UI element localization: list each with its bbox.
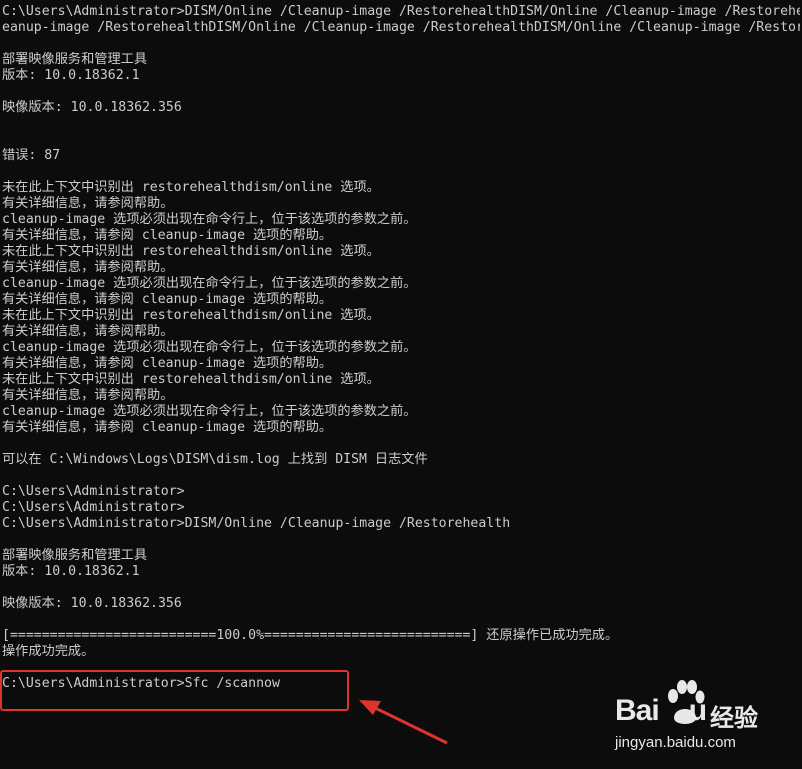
console-line: 错误: 87 — [2, 148, 61, 163]
console-line: 有关详细信息，请参阅 cleanup-image 选项的帮助。 — [2, 420, 333, 435]
console-line: 版本: 10.0.18362.1 — [2, 68, 140, 83]
console-line: 有关详细信息，请参阅帮助。 — [2, 196, 174, 211]
console-line: 部署映像服务和管理工具 — [2, 52, 148, 67]
console-line: C:\Users\Administrator>DISM/Online /Clea… — [2, 4, 800, 19]
console-line: 有关详细信息，请参阅帮助。 — [2, 324, 174, 339]
console-output[interactable]: C:\Users\Administrator>DISM/Online /Clea… — [2, 4, 800, 692]
console-line: 映像版本: 10.0.18362.356 — [2, 100, 182, 115]
console-line: 有关详细信息，请参阅 cleanup-image 选项的帮助。 — [2, 292, 333, 307]
console-line: 未在此上下文中识别出 restorehealthdism/online 选项。 — [2, 180, 380, 195]
console-line: C:\Users\Administrator> — [2, 484, 185, 499]
console-line: 有关详细信息，请参阅帮助。 — [2, 388, 174, 403]
console-line: cleanup-image 选项必须出现在命令行上，位于该选项的参数之前。 — [2, 212, 417, 227]
console-line: 映像版本: 10.0.18362.356 — [2, 596, 182, 611]
console-line: 有关详细信息，请参阅 cleanup-image 选项的帮助。 — [2, 228, 333, 243]
console-line: 未在此上下文中识别出 restorehealthdism/online 选项。 — [2, 308, 380, 323]
console-line: cleanup-image 选项必须出现在命令行上，位于该选项的参数之前。 — [2, 340, 417, 355]
console-line: [==========================100.0%=======… — [2, 628, 619, 643]
console-line: C:\Users\Administrator> — [2, 500, 185, 515]
console-line: 可以在 C:\Windows\Logs\DISM\dism.log 上找到 DI… — [2, 452, 428, 467]
console-line: C:\Users\Administrator>DISM/Online /Clea… — [2, 516, 511, 531]
console-line: cleanup-image 选项必须出现在命令行上，位于该选项的参数之前。 — [2, 276, 417, 291]
console-line: 版本: 10.0.18362.1 — [2, 564, 140, 579]
command-highlight-box — [0, 670, 349, 711]
baidu-jingyan-watermark: Bai u 经验 jingyan.baidu.com — [615, 680, 800, 766]
watermark-url: jingyan.baidu.com — [615, 734, 736, 751]
console-line: 部署映像服务和管理工具 — [2, 548, 148, 563]
console-line: 未在此上下文中识别出 restorehealthdism/online 选项。 — [2, 244, 380, 259]
console-line: 有关详细信息，请参阅帮助。 — [2, 260, 174, 275]
jingyan-brand: 经验 — [710, 705, 758, 732]
paw-icon — [668, 680, 705, 724]
console-line: cleanup-image 选项必须出现在命令行上，位于该选项的参数之前。 — [2, 404, 417, 419]
red-arrow-icon — [359, 700, 448, 745]
console-line: eanup-image /RestorehealthDISM/Online /C… — [2, 20, 800, 35]
console-line: 操作成功完成。 — [2, 644, 95, 659]
console-line: 未在此上下文中识别出 restorehealthdism/online 选项。 — [2, 372, 380, 387]
console-line: 有关详细信息，请参阅 cleanup-image 选项的帮助。 — [2, 356, 333, 371]
